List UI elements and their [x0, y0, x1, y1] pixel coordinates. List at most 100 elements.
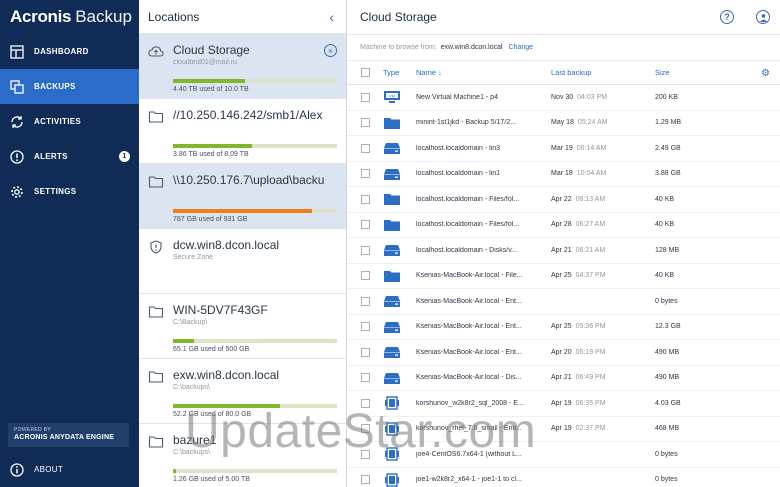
storage-usage-bar: [173, 209, 337, 213]
last-backup-cell: Apr 25 04:37 PM: [551, 272, 655, 279]
table-row[interactable]: Ksenias-MacBook-Air.local - Ent... Apr 20…: [347, 340, 780, 366]
collapse-chevron-icon[interactable]: ‹: [329, 9, 334, 25]
last-backup-date: Mar 18: [551, 170, 573, 178]
row-checkbox[interactable]: [360, 347, 370, 357]
table-row[interactable]: localhost.localdomain - Files/fol... Apr …: [347, 187, 780, 213]
row-checkbox[interactable]: [360, 296, 370, 306]
backup-name: localhost.localdomain - Files/fol...: [416, 195, 520, 203]
application-icon: [383, 422, 401, 436]
table-row[interactable]: Ksenias-MacBook-Air.local - Ent... Apr 25…: [347, 315, 780, 340]
column-size[interactable]: Size: [655, 68, 735, 77]
table-row[interactable]: minint-1st1jkd - Backup 5/17/2... May 18 …: [347, 111, 780, 136]
nav-about[interactable]: ABOUT: [0, 457, 139, 482]
row-checkbox[interactable]: [360, 424, 370, 434]
row-checkbox[interactable]: [360, 398, 370, 408]
column-type[interactable]: Type: [383, 68, 416, 77]
table-row[interactable]: korshunov_rhel_7.0_small - Enti... Apr 19…: [347, 417, 780, 442]
account-icon[interactable]: [756, 10, 770, 24]
location-item[interactable]: WIN-5DV7F43GF C:\Backup\ 65.1 GB used of 5…: [139, 294, 346, 359]
close-icon[interactable]: ×: [324, 44, 337, 57]
location-item[interactable]: dcw.win8.dcon.local Secure Zone: [139, 229, 346, 294]
app-window: Acronis Backup DASHBOARD BACKUPS ACTIVIT…: [0, 0, 780, 487]
table-row[interactable]: joe4-CentOS6.7x64-1 (without L... 0 byte…: [347, 442, 780, 468]
location-subtitle: C:\Backup\: [173, 319, 208, 326]
column-name[interactable]: Name ↓: [416, 68, 551, 77]
column-settings-gear-icon[interactable]: ⚙: [761, 68, 770, 79]
location-item[interactable]: Cloud Storage cloudtest01@mail.ru 4.40 TB …: [139, 34, 346, 99]
table-row[interactable]: Ksenias-MacBook-Air.local - Dis... Apr 21…: [347, 366, 780, 391]
application-icon: [383, 473, 401, 487]
last-backup-time: 10:04 AM: [576, 170, 607, 178]
last-backup-cell: Apr 20 05:19 PM: [551, 349, 655, 356]
nav-settings[interactable]: SETTINGS: [0, 174, 139, 209]
brand-name: Acronis: [10, 7, 72, 26]
last-backup-date: Apr 25: [551, 272, 572, 280]
row-checkbox[interactable]: [360, 271, 370, 281]
table-row[interactable]: korshunov_w2k8r2_sql_2008 - E... Apr 19 0…: [347, 391, 780, 417]
location-item[interactable]: bazure1 C:\backups\ 1.26 GB used of 5.00 T…: [139, 424, 346, 487]
table-row[interactable]: localhost.localdomain - Files/fol... Apr …: [347, 213, 780, 238]
backup-name: New Virtual Machine1 - p4: [416, 93, 498, 101]
backup-name: Ksenias-MacBook-Air.local - Ent...: [416, 323, 522, 331]
table-row[interactable]: localhost.localdomain - Disks/v... Apr 21…: [347, 238, 780, 264]
storage-usage-bar: [173, 339, 337, 343]
nav-alerts[interactable]: ALERTS 1: [0, 139, 139, 174]
row-checkbox[interactable]: [360, 245, 370, 255]
nav-activities[interactable]: ACTIVITIES: [0, 104, 139, 139]
backup-size: 0 bytes: [655, 476, 678, 484]
locations-panel: Locations ‹ Cloud Storage cloudtest01@mai…: [139, 0, 347, 487]
table-row[interactable]: VM New Virtual Machine1 - p4 Nov 30 04:03 …: [347, 85, 780, 111]
row-checkbox[interactable]: [360, 449, 370, 459]
table-row[interactable]: localhost.localdomain - lin1 Mar 18 10:04…: [347, 162, 780, 187]
last-backup-cell: Apr 19 02:37 PM: [551, 425, 655, 432]
row-checkbox[interactable]: [360, 118, 370, 128]
backups-icon: [10, 79, 24, 94]
help-icon[interactable]: ?: [720, 10, 734, 24]
row-checkbox[interactable]: [360, 143, 370, 153]
row-checkbox[interactable]: [360, 220, 370, 230]
main-panel: Cloud Storage ? Machine to browse from: …: [347, 0, 780, 487]
storage-usage-bar: [173, 79, 337, 83]
table-row[interactable]: Ksenias-MacBook-Air.local - File... Apr 2…: [347, 264, 780, 289]
location-item[interactable]: \\10.250.176.7\upload\backu 787 GB used o…: [139, 164, 346, 229]
backup-size: 490 MB: [655, 374, 680, 382]
change-machine-link[interactable]: Change: [509, 44, 534, 51]
last-backup-cell: [551, 298, 655, 305]
location-name: //10.250.146.242/smb1/Alex: [173, 108, 323, 122]
location-item[interactable]: //10.250.146.242/smb1/Alex 3.86 TB used o…: [139, 99, 346, 164]
brand-product: Backup: [75, 7, 132, 26]
table-row[interactable]: localhost.localdomain - lin3 Mar 19 06:14…: [347, 136, 780, 162]
table-row[interactable]: joe1-w2k8r2_x64-1 - joe1-1 to cl... 0 by…: [347, 468, 780, 487]
backup-name: localhost.localdomain - Disks/v...: [416, 246, 518, 254]
storage-usage-text: 1.26 GB used of 5.00 TB: [173, 476, 250, 483]
nav-backups[interactable]: BACKUPS: [0, 69, 139, 104]
drive-icon: [383, 371, 401, 385]
location-item[interactable]: exw.win8.dcon.local C:\backups\ 52.2 GB us…: [139, 359, 346, 424]
column-last-backup[interactable]: Last backup: [551, 68, 655, 77]
location-name: exw.win8.dcon.local: [173, 368, 280, 382]
locations-title: Locations: [148, 9, 200, 24]
row-checkbox[interactable]: [360, 92, 370, 102]
location-subtitle: cloudtest01@mail.ru: [173, 59, 237, 66]
row-checkbox[interactable]: [360, 169, 370, 179]
table-header: Type Name ↓ Last backup Size ⚙: [347, 61, 780, 85]
last-backup-cell: [551, 476, 655, 483]
storage-usage-fill: [173, 404, 280, 408]
last-backup-time: 06:14 AM: [576, 144, 607, 152]
row-checkbox[interactable]: [360, 322, 370, 332]
sidebar: Acronis Backup DASHBOARD BACKUPS ACTIVIT…: [0, 0, 139, 487]
locations-list: Cloud Storage cloudtest01@mail.ru 4.40 TB …: [139, 34, 346, 487]
nav-dashboard[interactable]: DASHBOARD: [0, 34, 139, 69]
table-row[interactable]: Ksenias-MacBook-Air.local - Ent... 0 byt…: [347, 289, 780, 315]
row-checkbox[interactable]: [360, 373, 370, 383]
storage-usage-fill: [173, 339, 195, 343]
storage-usage-text: 3.86 TB used of 8.09 TB: [173, 151, 249, 158]
row-checkbox[interactable]: [360, 194, 370, 204]
last-backup-time: 05:36 PM: [575, 323, 606, 331]
machine-selector: Machine to browse from: exw.win8.dcon.lo…: [347, 35, 780, 61]
select-all-checkbox[interactable]: [360, 68, 370, 77]
row-checkbox[interactable]: [360, 475, 370, 485]
last-backup-date: Apr 21: [551, 374, 572, 382]
locations-header: Locations ‹: [139, 0, 346, 34]
virtual-machine-icon: VM: [383, 90, 401, 104]
